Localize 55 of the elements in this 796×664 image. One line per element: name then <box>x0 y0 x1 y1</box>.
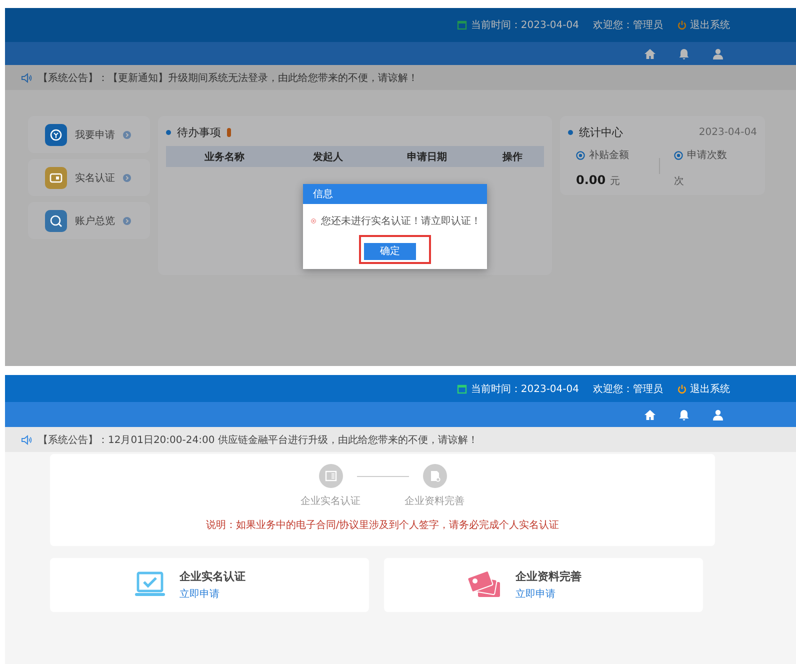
notice-text: 【系统公告】：12月01日20:00-24:00 供应链金融平台进行升级，由此给您带来的不便，请谅解！ <box>38 434 478 446</box>
sidebar-item[interactable]: 我要申请 <box>28 116 150 153</box>
chevron-icon <box>123 216 131 224</box>
dialog-message: 您还未进行实名认证！请立即认证！ <box>321 214 481 228</box>
apply-link[interactable]: 立即申请 <box>180 587 246 601</box>
stat-value: 0.00 <box>576 173 607 187</box>
column-header: 业务名称 <box>204 150 246 164</box>
stat-unit: 次 <box>674 176 684 187</box>
calendar-icon <box>456 20 467 30</box>
sidebar-item[interactable]: 实名认证 <box>28 159 150 196</box>
panel-title: 统计中心 <box>579 124 623 140</box>
dialog-title: 信息 <box>303 184 487 204</box>
apply-link[interactable]: 立即申请 <box>516 587 582 601</box>
stat-label: 补贴金额 <box>576 148 659 162</box>
step-icon <box>318 464 342 488</box>
count-badge <box>227 128 231 136</box>
cards-icon <box>466 570 502 600</box>
chevron-icon <box>123 130 131 138</box>
welcome-text: 欢迎您：管理员 <box>593 18 663 32</box>
step-label: 企业实名认证 <box>300 494 360 508</box>
user-icon[interactable] <box>712 48 724 60</box>
step-label: 企业资料完善 <box>404 494 464 508</box>
user-icon[interactable] <box>712 408 724 420</box>
current-time: 当前时间：2023-04-04 <box>456 18 579 32</box>
welcome-text: 欢迎您：管理员 <box>593 382 663 396</box>
note-text: 说明：如果业务中的电子合同/协议里涉及到个人签字，请务必完成个人实名认证 <box>206 518 560 532</box>
bell-icon[interactable] <box>678 48 690 60</box>
column-header: 申请日期 <box>406 150 448 164</box>
stat-unit: 元 <box>610 176 620 187</box>
confirm-button[interactable]: 确定 <box>364 242 416 260</box>
stats-date: 2023-04-04 <box>698 126 757 138</box>
sidebar-item[interactable]: 账户总览 <box>28 202 150 239</box>
speaker-icon <box>21 434 32 444</box>
stat-label: 申请次数 <box>674 148 757 162</box>
info-circle-icon <box>576 150 585 160</box>
notice-text: 【系统公告】：【更新通知】升级期间系统无法登录，由此给您带来的不便，请谅解！ <box>38 72 418 84</box>
column-header: 操作 <box>501 150 524 164</box>
card-title: 企业资料完善 <box>516 569 582 584</box>
home-icon[interactable] <box>644 408 656 420</box>
chevron-icon <box>123 174 131 182</box>
current-time: 当前时间：2023-04-04 <box>456 382 579 396</box>
panel-title: 待办事项 <box>177 124 221 140</box>
power-icon <box>677 20 687 30</box>
power-icon <box>677 384 687 394</box>
info-circle-icon <box>674 150 683 160</box>
logout-link[interactable]: 退出系统 <box>677 18 730 32</box>
calendar-icon <box>456 384 467 394</box>
laptop-check-icon <box>134 571 166 599</box>
logout-link[interactable]: 退出系统 <box>677 382 730 396</box>
card-title: 企业实名认证 <box>180 569 246 584</box>
home-icon[interactable] <box>644 48 656 60</box>
column-header: 发起人 <box>312 150 344 164</box>
step-icon <box>422 464 446 488</box>
bell-icon[interactable] <box>678 408 690 420</box>
speaker-icon <box>21 72 32 82</box>
